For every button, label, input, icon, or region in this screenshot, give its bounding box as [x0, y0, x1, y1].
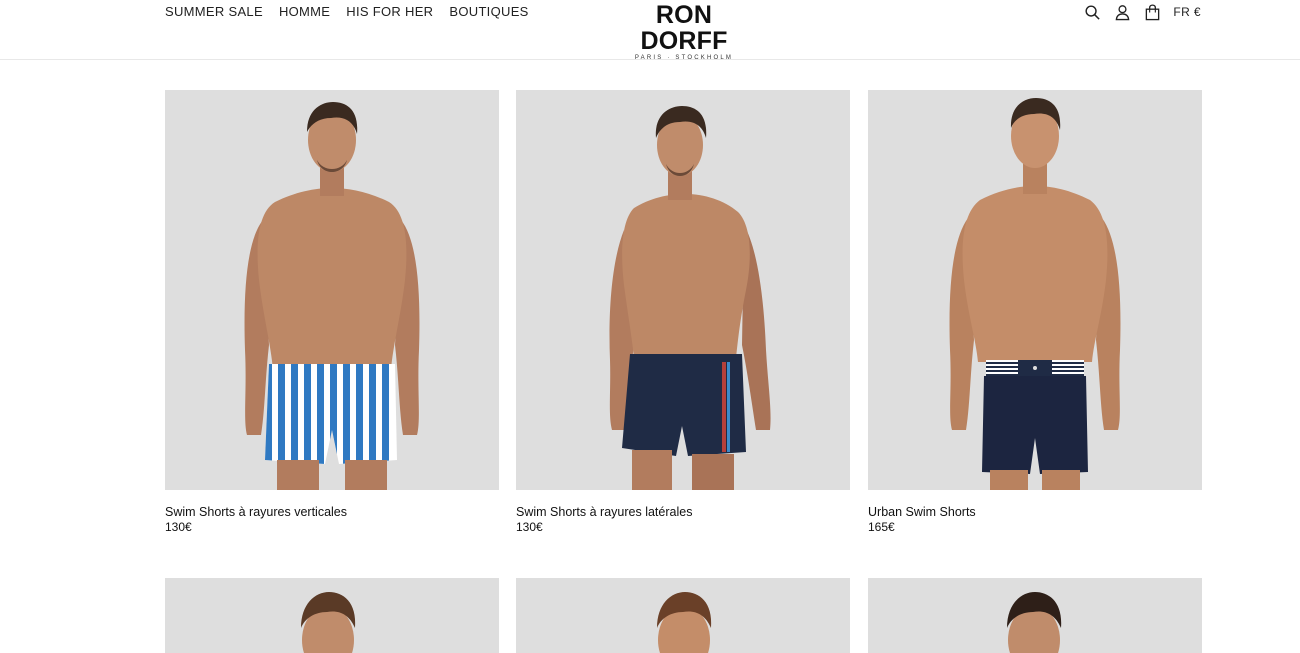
site-header: SUMMER SALE HOMME HIS FOR HER BOUTIQUES …: [0, 0, 1300, 61]
product-image[interactable]: [165, 578, 499, 653]
product-price: 130€: [165, 520, 192, 534]
brand-logo[interactable]: RON DORFF PARIS · STOCKHOLM: [609, 2, 759, 61]
product-name[interactable]: Swim Shorts à rayures latérales: [516, 505, 850, 520]
nav-his-for-her[interactable]: HIS FOR HER: [346, 4, 433, 19]
product-image[interactable]: [868, 90, 1202, 490]
product-card[interactable]: [516, 578, 850, 653]
product-image[interactable]: [516, 578, 850, 653]
product-name[interactable]: Swim Shorts à rayures verticales: [165, 505, 499, 520]
product-card[interactable]: [165, 578, 499, 653]
product-card[interactable]: Swim Shorts à rayures latérales 130€: [516, 90, 850, 535]
product-card[interactable]: Swim Shorts à rayures verticales 130€: [165, 90, 499, 535]
search-icon[interactable]: [1083, 3, 1101, 21]
account-icon[interactable]: [1113, 3, 1131, 21]
product-price: 165€: [868, 520, 895, 534]
nav-summer-sale[interactable]: SUMMER SALE: [165, 4, 263, 19]
product-name[interactable]: Urban Swim Shorts: [868, 505, 1202, 520]
brand-name: RON DORFF: [640, 1, 728, 55]
main-nav: SUMMER SALE HOMME HIS FOR HER BOUTIQUES: [165, 4, 545, 19]
bag-icon[interactable]: [1143, 3, 1161, 21]
product-image[interactable]: [868, 578, 1202, 653]
nav-homme[interactable]: HOMME: [279, 4, 330, 19]
locale-currency-selector[interactable]: FR €: [1173, 5, 1201, 19]
nav-boutiques[interactable]: BOUTIQUES: [449, 4, 528, 19]
product-image[interactable]: [165, 90, 499, 490]
product-image[interactable]: [516, 90, 850, 490]
product-card[interactable]: [868, 578, 1202, 653]
product-price: 130€: [516, 520, 543, 534]
header-tools: FR €: [1071, 3, 1201, 21]
product-card[interactable]: Urban Swim Shorts 165€: [868, 90, 1202, 535]
brand-tagline: PARIS · STOCKHOLM: [634, 55, 734, 61]
